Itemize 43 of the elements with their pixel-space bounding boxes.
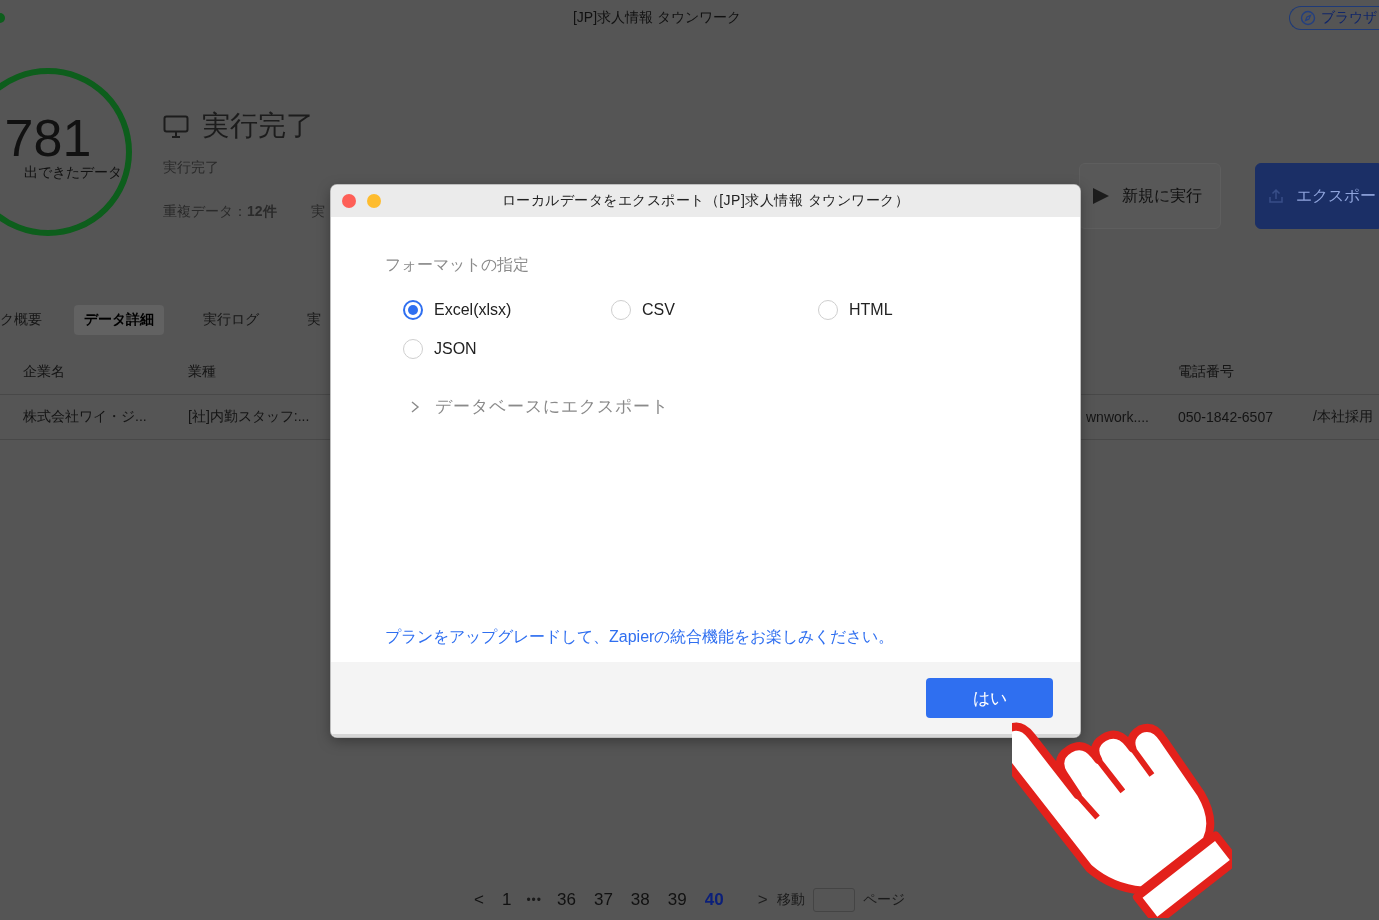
column-header: 企業名 [23,362,65,381]
page-button[interactable]: 36 [548,890,585,910]
status-title: 実行完了 [202,109,314,143]
option-label: JSON [434,340,477,358]
minimize-button[interactable] [367,194,381,208]
ok-button[interactable]: はい [926,678,1053,718]
run-button[interactable]: 新規に実行 [1079,163,1221,229]
previous-page-button[interactable]: < [465,890,493,910]
option-label: CSV [642,301,675,319]
page-button[interactable]: 39 [658,890,696,910]
tab[interactable]: 実 [297,305,331,335]
app-title: [JP]求人情報 タウンワーク [572,8,742,27]
close-button[interactable] [342,194,356,208]
upgrade-link[interactable]: プランをアップグレードして、Zapierの統合機能をお楽しみください。 [385,627,895,648]
page-button[interactable]: 1 [492,890,521,910]
tab[interactable]: 実行ログ [193,305,269,335]
tab[interactable]: ク概要 [0,305,52,335]
upload-icon [1268,188,1284,204]
play-icon [1092,187,1110,205]
table-cell: /本社採用 [1313,407,1373,426]
column-header: 電話番号 [1178,362,1234,381]
option-label: Excel(xlsx) [434,301,512,319]
table-cell: wnwork.... [1086,408,1149,425]
tab[interactable]: データ詳細 [74,305,164,335]
count-value: 781 [4,112,92,164]
compass-icon [1300,9,1316,26]
page-button[interactable]: 38 [621,890,659,910]
count-label: 出できたデータ [24,164,122,182]
column-header: 業種 [188,362,216,381]
table-cell: 株式会社ワイ・ジ... [23,407,147,426]
radio-button[interactable] [403,300,423,320]
ellipsis: ••• [525,893,543,907]
option-label: HTML [849,301,893,319]
table-cell: 050-1842-6507 [1178,408,1273,425]
dialog-title: ローカルデータをエクスポート（[JP]求人情報 タウンワーク） [500,192,911,210]
monitor-icon [163,114,190,138]
export-button[interactable]: エクスポー [1255,163,1379,229]
expander-toggle[interactable]: データベースにエクスポート [409,395,669,418]
next-page-button[interactable]: > [748,890,777,910]
page-button[interactable]: 40 [695,890,733,910]
page-button[interactable]: 37 [584,890,622,910]
format-label: フォーマットの指定 [385,255,530,275]
table-cell: [社]内勤スタッフ:... [188,407,310,426]
